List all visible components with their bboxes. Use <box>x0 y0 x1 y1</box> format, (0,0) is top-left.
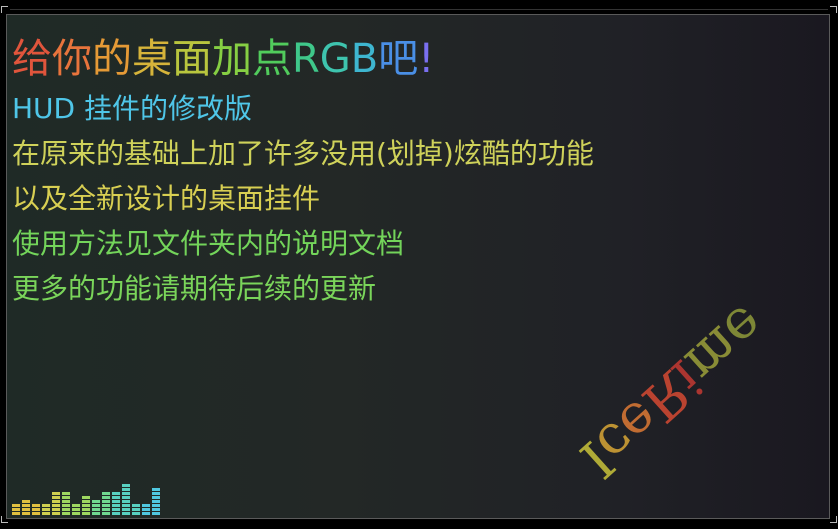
visualizer-bar <box>12 504 20 515</box>
visualizer-bar <box>92 500 100 515</box>
title-char: 的 <box>92 36 132 82</box>
visualizer-bar <box>152 488 160 515</box>
visualizer-bar <box>62 492 70 515</box>
title-char: 吧 <box>378 36 419 82</box>
audio-visualizer <box>12 484 160 515</box>
visualizer-bar <box>122 484 130 515</box>
visualizer-bar <box>132 504 140 515</box>
visualizer-bar <box>82 496 90 515</box>
title-char: 加 <box>212 36 252 82</box>
announcement-text: 给你的桌面加点RGB吧! HUD 挂件的修改版 在原来的基础上加了许多没用(划掉… <box>12 34 594 311</box>
title-char: B <box>350 36 379 82</box>
widget-line: 以及全新设计的桌面挂件 <box>12 182 321 215</box>
title-char: ! <box>418 36 435 82</box>
page-title: 给你的桌面加点RGB吧! <box>12 34 594 84</box>
resize-corner-top-left[interactable] <box>1 6 8 13</box>
title-char: 点 <box>252 36 292 82</box>
feature-line: 在原来的基础上加了许多没用(划掉)炫酷的功能 <box>12 137 594 170</box>
visualizer-bar <box>102 492 110 515</box>
title-char: R <box>292 36 320 82</box>
resize-corner-bottom-left[interactable] <box>1 516 8 523</box>
title-char: 你 <box>52 36 92 82</box>
visualizer-bar <box>52 492 60 515</box>
title-char: G <box>319 36 351 82</box>
title-bar-divider <box>10 9 828 10</box>
visualizer-bar <box>72 504 80 515</box>
visualizer-bar <box>22 500 30 515</box>
usage-line: 使用方法见文件夹内的说明文档 <box>12 227 405 260</box>
resize-corner-bottom-right[interactable] <box>830 516 837 523</box>
visualizer-bar <box>112 492 120 515</box>
resize-corner-top-right[interactable] <box>830 6 837 13</box>
visualizer-bar <box>142 504 150 515</box>
title-char: 面 <box>172 36 212 82</box>
future-line: 更多的功能请期待后续的更新 <box>12 272 377 305</box>
subtitle-text: HUD 挂件的修改版 <box>12 92 253 125</box>
visualizer-bar <box>42 504 50 515</box>
title-char: 桌 <box>132 36 172 82</box>
title-char: 给 <box>12 36 52 82</box>
visualizer-bar <box>32 504 40 515</box>
